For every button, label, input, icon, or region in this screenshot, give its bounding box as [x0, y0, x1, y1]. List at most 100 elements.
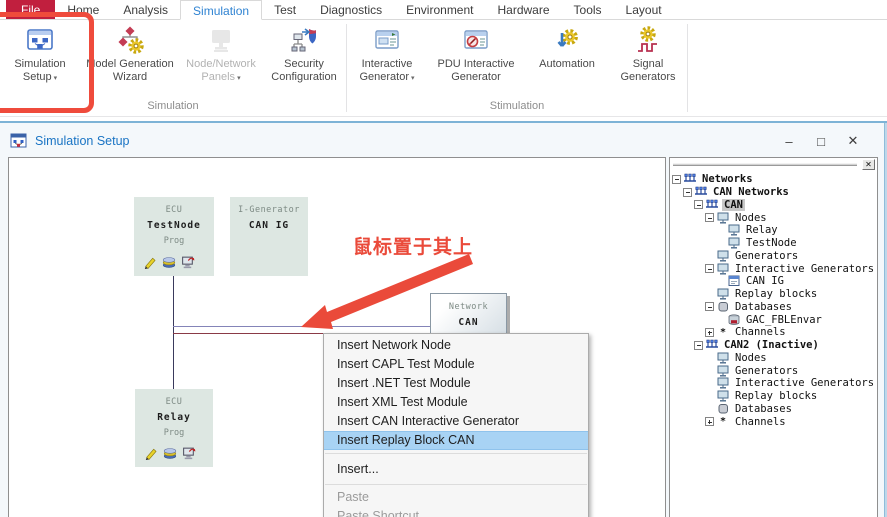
collapse-icon[interactable]: [672, 174, 681, 184]
tab-environment[interactable]: Environment: [394, 0, 485, 19]
tree-item-can-ig[interactable]: CAN IG: [716, 275, 877, 288]
ecu-block-relay[interactable]: ECU Relay Prog: [135, 389, 213, 467]
ribbon-button-label: Simulation: [14, 58, 66, 70]
ribbon-button-label: Generator: [451, 70, 501, 83]
dropdown-arrow-icon: ▾: [411, 74, 415, 82]
signal-generators-icon: [633, 25, 663, 55]
ribbon-button-label: Configuration: [271, 70, 337, 83]
menu-item-insert-capl-test-module[interactable]: Insert CAPL Test Module: [324, 355, 588, 374]
edit-pencil-icon[interactable]: [144, 446, 158, 460]
security-configuration-button[interactable]: Security Configuration: [262, 23, 346, 99]
signal-generators-button[interactable]: Signal Generators: [609, 23, 687, 99]
node-icon: [716, 352, 730, 364]
ribbon-button-label: Panels ▾: [201, 70, 241, 83]
tab-analysis[interactable]: Analysis: [111, 0, 180, 19]
dropdown-arrow-icon: ▾: [53, 74, 58, 82]
simulation-setup-button[interactable]: Simulation Setup ▾: [0, 23, 80, 99]
maximize-button[interactable]: □: [805, 129, 837, 153]
can-bus-line-high[interactable]: [173, 326, 441, 327]
tab-hardware[interactable]: Hardware: [486, 0, 562, 19]
tab-file[interactable]: File: [6, 0, 56, 19]
tree-item-label: CAN: [722, 198, 745, 211]
tree-item-generators[interactable]: Generators: [705, 364, 877, 377]
tree-item-generators[interactable]: Generators: [705, 250, 877, 263]
close-button[interactable]: ✕: [837, 129, 869, 153]
pdu-interactive-generator-button[interactable]: PDU Interactive Generator: [427, 23, 525, 99]
dropdown-arrow-icon: ▾: [237, 74, 241, 82]
tab-tools[interactable]: Tools: [562, 0, 614, 19]
code-stack-icon[interactable]: [163, 446, 177, 460]
block-name: TestNode: [147, 220, 201, 231]
pdu-interactive-generator-icon: [461, 25, 491, 55]
tree-item-databases[interactable]: Databases: [705, 403, 877, 416]
tree-item-interactive-generators[interactable]: Interactive Generators: [705, 377, 877, 390]
ecu-block-testnode[interactable]: ECU TestNode Prog: [134, 197, 214, 276]
ribbon-button-label: Node/Network: [186, 58, 256, 70]
menu-item-insert-xml-test-module[interactable]: Insert XML Test Module: [324, 393, 588, 412]
tree-item-replay-blocks[interactable]: Replay blocks: [705, 288, 877, 301]
tree-item-nodes[interactable]: Nodes: [705, 211, 877, 224]
tab-simulation[interactable]: Simulation: [180, 0, 263, 20]
tree-item-channels[interactable]: * Channels: [705, 326, 877, 339]
collapse-icon[interactable]: [705, 302, 714, 312]
node-config-icon[interactable]: [181, 255, 195, 269]
interactive-generator-button[interactable]: Interactive Generator ▾: [347, 23, 427, 99]
expand-icon[interactable]: [705, 327, 714, 337]
node-icon: [716, 365, 730, 377]
block-type-label: ECU: [165, 205, 183, 215]
tree-item-relay[interactable]: Relay: [716, 224, 877, 237]
collapse-icon[interactable]: [683, 187, 692, 197]
edit-pencil-icon[interactable]: [143, 255, 157, 269]
model-generation-wizard-button[interactable]: Model Generation Wizard: [80, 23, 180, 99]
automation-button[interactable]: Automation: [525, 23, 609, 99]
tree-item-can2-inactive[interactable]: CAN2 (Inactive): [694, 339, 877, 352]
minimize-button[interactable]: –: [773, 129, 805, 153]
tree-item-replay-blocks[interactable]: Replay blocks: [705, 390, 877, 403]
tree-item-can-networks[interactable]: CAN Networks: [683, 186, 877, 199]
menu-item-insert-replay-block-can[interactable]: Insert Replay Block CAN: [324, 431, 588, 450]
context-menu: Insert Network Node Insert CAPL Test Modu…: [323, 333, 589, 517]
ribbon-group-simulation: Simulation Setup ▾ Model Generation Wizard No…: [0, 20, 346, 116]
menu-item-insert-network-node[interactable]: Insert Network Node: [324, 336, 588, 355]
tree-item-can[interactable]: CAN: [694, 198, 877, 212]
ribbon-button-label: Setup ▾: [22, 70, 58, 83]
app-window: File Home Analysis Simulation Test Diagnostic…: [0, 0, 887, 517]
menu-separator: [325, 453, 587, 454]
node-icon: [727, 237, 741, 249]
ribbon-group-separator: [687, 24, 688, 112]
menu-item-insert-can-interactive-generator[interactable]: Insert CAN Interactive Generator: [324, 412, 588, 431]
menu-item-insert-net-test-module[interactable]: Insert .NET Test Module: [324, 374, 588, 393]
tree-item-label: Replay blocks: [735, 390, 818, 403]
database-icon: [716, 403, 730, 415]
tab-test[interactable]: Test: [262, 0, 308, 19]
tree-panel-grip[interactable]: [673, 163, 857, 166]
tab-layout[interactable]: Layout: [614, 0, 674, 19]
channel-icon: *: [719, 326, 727, 338]
node-config-icon[interactable]: [182, 446, 196, 460]
ribbon-group-label: Stimulation: [489, 100, 545, 112]
code-stack-icon[interactable]: [162, 255, 176, 269]
ribbon-button-label: Wizard: [112, 70, 148, 83]
tree-item-label: Nodes: [735, 211, 767, 224]
interactive-generator-block[interactable]: I-Generator CAN IG: [230, 197, 308, 276]
tab-home[interactable]: Home: [55, 0, 111, 19]
tree-item-label: Databases: [735, 402, 792, 415]
tree-item-gac-fblenvar[interactable]: GAC_FBLEnvar: [716, 313, 877, 326]
ribbon-group-stimulation: Interactive Generator ▾ PDU Interactive Gene…: [347, 20, 687, 116]
tree-item-interactive-generators[interactable]: Interactive Generators: [705, 262, 877, 275]
tree-item-channels[interactable]: * Channels: [705, 415, 877, 428]
collapse-icon[interactable]: [705, 264, 714, 274]
tab-diagnostics[interactable]: Diagnostics: [308, 0, 394, 19]
menu-item-insert[interactable]: Insert...: [324, 457, 588, 481]
collapse-icon[interactable]: [694, 200, 703, 210]
tree-item-databases[interactable]: Databases: [705, 301, 877, 314]
tree-panel-close-button[interactable]: ✕: [862, 159, 875, 170]
tree-item-testnode[interactable]: TestNode: [716, 237, 877, 250]
collapse-icon[interactable]: [705, 213, 714, 223]
tree-item-label: CAN IG: [746, 275, 784, 288]
tree-item-nodes[interactable]: Nodes: [705, 352, 877, 365]
tree-item-label: TestNode: [746, 237, 797, 250]
expand-icon[interactable]: [705, 417, 714, 427]
collapse-icon[interactable]: [694, 340, 703, 350]
tree-item-networks[interactable]: Networks: [672, 173, 877, 186]
